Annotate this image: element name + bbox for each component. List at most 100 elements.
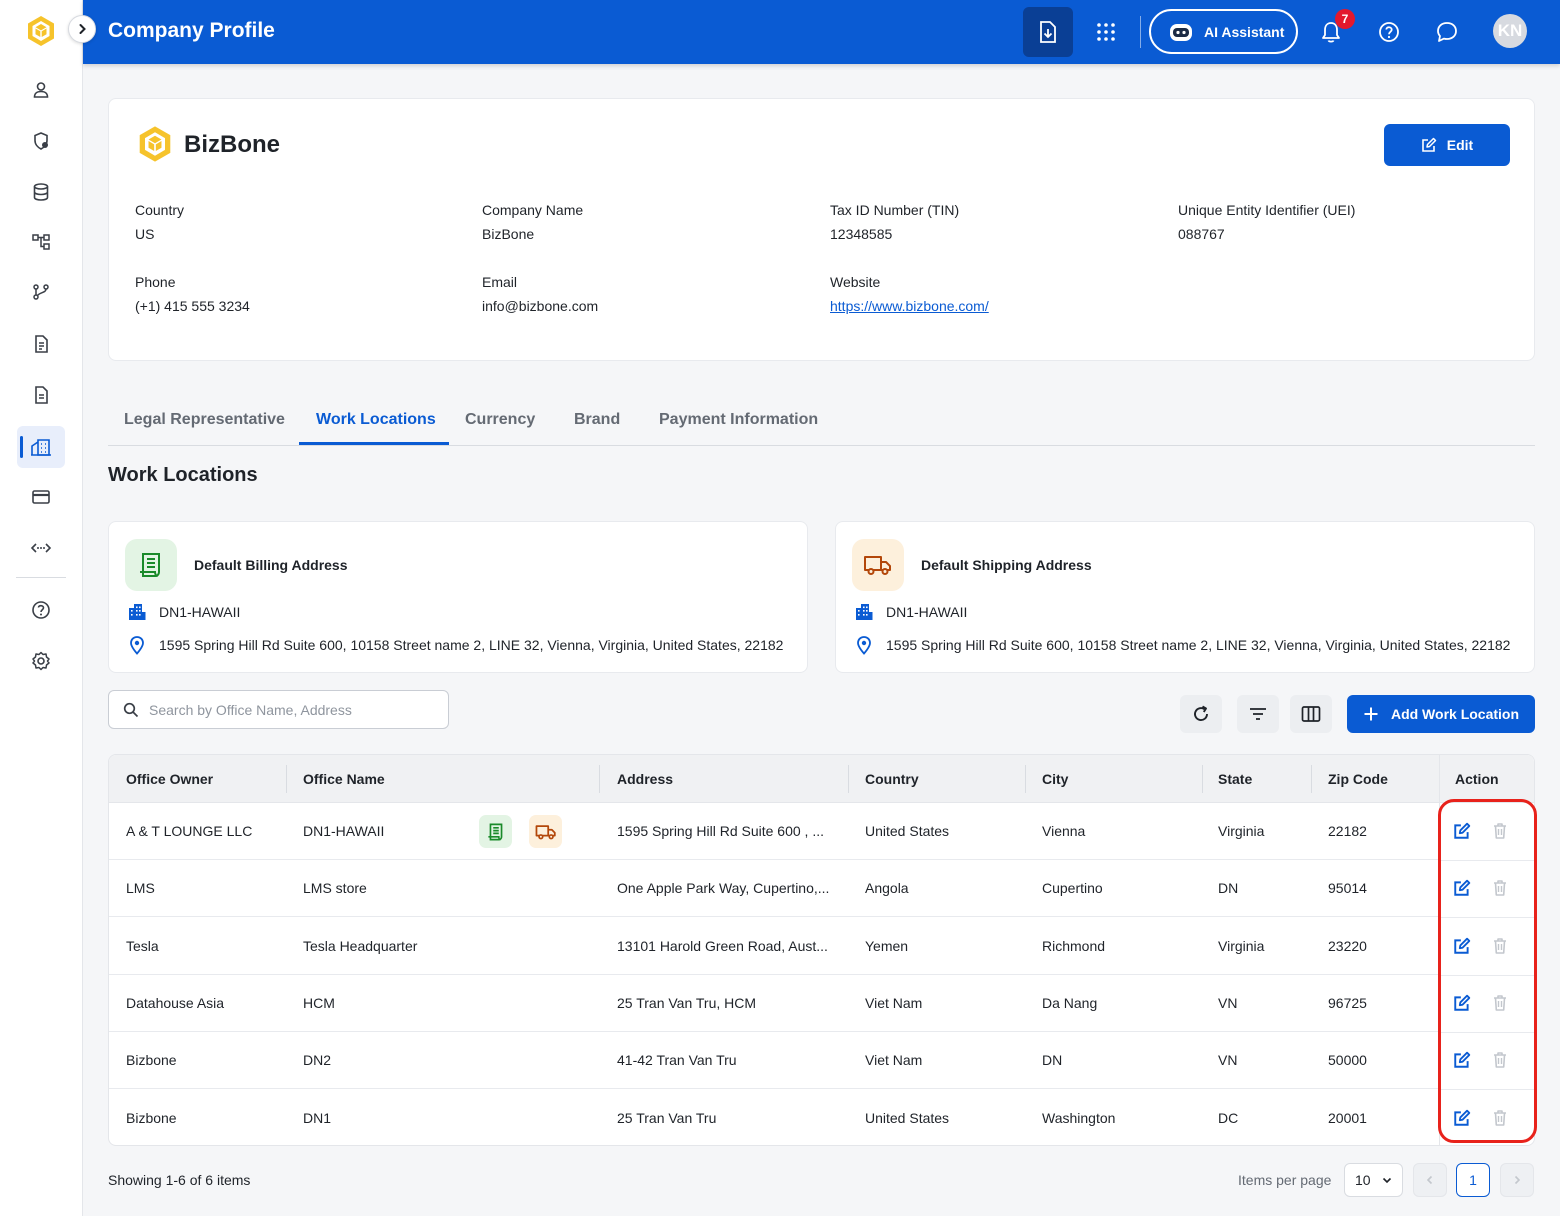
chevron-left-icon	[1426, 1175, 1433, 1185]
column-header[interactable]: State	[1218, 771, 1252, 787]
items-per-page-value: 10	[1355, 1172, 1371, 1188]
columns-button[interactable]	[1290, 695, 1332, 733]
column-header[interactable]: Zip Code	[1328, 771, 1388, 787]
table-row[interactable]: Tesla Tesla Headquarter 13101 Harold Green…	[109, 918, 1534, 975]
column-header[interactable]: Country	[865, 771, 919, 787]
action-column-header: Action	[1440, 755, 1534, 803]
website-link[interactable]: https://www.bizbone.com/	[830, 298, 989, 314]
chat-button[interactable]	[1427, 12, 1467, 52]
delete-row-button[interactable]	[1489, 820, 1511, 842]
billing-office: DN1-HAWAII	[127, 602, 240, 622]
tab-payment-information[interactable]: Payment Information	[659, 411, 818, 429]
filter-button[interactable]	[1237, 695, 1279, 733]
field-label: Unique Entity Identifier (UEI)	[1178, 202, 1356, 218]
row-divider	[1440, 974, 1534, 976]
page-button-current[interactable]: 1	[1456, 1163, 1490, 1197]
company-name-heading: BizBone	[184, 131, 280, 158]
delete-row-button[interactable]	[1489, 1049, 1511, 1071]
tab-brand[interactable]: Brand	[574, 411, 620, 429]
trash-icon	[1494, 995, 1506, 1011]
ai-assistant-button[interactable]: AI Assistant	[1149, 9, 1298, 54]
column-header[interactable]: Office Owner	[126, 771, 213, 787]
delete-row-button[interactable]	[1489, 877, 1511, 899]
sidebar-item-files[interactable]	[17, 374, 65, 416]
sidebar-item-hierarchy[interactable]	[17, 221, 65, 263]
cell-state: Virginia	[1218, 823, 1265, 839]
column-header[interactable]: Address	[617, 771, 673, 787]
delete-row-button[interactable]	[1489, 992, 1511, 1014]
table-row[interactable]: Datahouse Asia HCM 25 Tran Van Tru, HCM Vie…	[109, 975, 1534, 1032]
field-tin: Tax ID Number (TIN) 12348585	[830, 202, 959, 242]
edit-button[interactable]: Edit	[1384, 124, 1510, 166]
edit-row-button[interactable]	[1451, 877, 1473, 899]
search-input[interactable]	[149, 701, 429, 718]
items-per-page-select[interactable]: 10	[1344, 1163, 1403, 1197]
sidebar-divider	[16, 577, 66, 578]
tab-currency[interactable]: Currency	[465, 411, 535, 429]
table-row[interactable]: LMS LMS store One Apple Park Way, Cupertin…	[109, 860, 1534, 918]
sidebar-item-settings[interactable]	[17, 640, 65, 682]
sidebar-item-security[interactable]	[17, 120, 65, 162]
notifications-button[interactable]: 7	[1311, 9, 1355, 52]
edit-row-button[interactable]	[1451, 992, 1473, 1014]
tab-legal-representative[interactable]: Legal Representative	[124, 411, 285, 429]
refresh-button[interactable]	[1180, 695, 1222, 733]
tab-work-locations[interactable]: Work Locations	[316, 411, 436, 429]
cell-owner: Datahouse Asia	[126, 994, 225, 1011]
add-work-location-button[interactable]: Add Work Location	[1347, 695, 1535, 733]
showing-count: Showing 1-6 of 6 items	[108, 1172, 251, 1188]
table-row[interactable]: A & T LOUNGE LLC DN1-HAWAII 1595 Spring Hi…	[109, 803, 1534, 860]
user-avatar[interactable]: KN	[1493, 14, 1527, 48]
sidebar-item-data[interactable]	[17, 171, 65, 213]
field-country: Country US	[135, 202, 184, 242]
delete-row-button[interactable]	[1489, 935, 1511, 957]
cell-office: DN1-HAWAII	[303, 823, 385, 839]
field-phone: Phone (+1) 415 555 3234	[135, 274, 250, 314]
sidebar-item-users[interactable]	[17, 69, 65, 111]
edit-row-button[interactable]	[1451, 820, 1473, 842]
company-logo	[135, 124, 175, 164]
sidebar-item-company[interactable]	[17, 426, 65, 468]
table-row[interactable]: Bizbone DN1 25 Tran Van Tru United States Wa…	[109, 1090, 1534, 1146]
cell-address: One Apple Park Way, Cupertino,...	[617, 880, 830, 897]
previous-page-button[interactable]	[1413, 1163, 1447, 1197]
cell-state: DN	[1218, 880, 1239, 897]
profile-tabs: Legal Representative Work Locations Curr…	[108, 400, 1535, 446]
cell-country: Viet Nam	[865, 994, 923, 1011]
cell-state: Virginia	[1218, 937, 1265, 954]
help-icon	[32, 601, 50, 619]
sidebar-item-api[interactable]	[17, 527, 65, 569]
sidebar-item-documents[interactable]	[17, 323, 65, 365]
shipping-office-name: DN1-HAWAII	[886, 604, 968, 620]
edit-row-button[interactable]	[1451, 935, 1473, 957]
column-header[interactable]: Office Name	[303, 771, 385, 787]
receipt-icon	[140, 553, 160, 577]
field-email: Email info@bizbone.com	[482, 274, 598, 314]
column-header[interactable]: City	[1042, 771, 1068, 787]
sidebar-expand-button[interactable]	[68, 15, 96, 43]
sidebar-item-help[interactable]	[17, 589, 65, 631]
section-title: Work Locations	[108, 464, 258, 486]
edit-icon	[1421, 137, 1437, 152]
next-page-button[interactable]	[1500, 1163, 1534, 1197]
sidebar-item-billing[interactable]	[17, 476, 65, 518]
delete-row-button[interactable]	[1489, 1107, 1511, 1129]
file-icon	[35, 386, 48, 404]
apps-button[interactable]	[1086, 12, 1126, 52]
trash-icon	[1494, 937, 1506, 954]
default-billing-badge	[479, 815, 512, 848]
apps-grid-icon	[1097, 23, 1115, 41]
app-logo[interactable]	[24, 14, 58, 48]
column-divider	[286, 765, 287, 793]
download-button[interactable]	[1023, 7, 1073, 57]
chevron-right-icon	[79, 24, 86, 34]
table-row[interactable]: Bizbone DN2 41-42 Tran Van Tru Viet Nam DN VN…	[109, 1032, 1534, 1090]
help-button[interactable]	[1369, 12, 1409, 52]
field-value: 12348585	[830, 226, 893, 242]
cell-office: HCM	[303, 994, 335, 1011]
cell-city: Washington	[1042, 1109, 1116, 1126]
sidebar-item-workflow[interactable]	[17, 271, 65, 313]
edit-row-button[interactable]	[1451, 1107, 1473, 1129]
building-icon	[129, 604, 146, 620]
edit-row-button[interactable]	[1451, 1049, 1473, 1071]
